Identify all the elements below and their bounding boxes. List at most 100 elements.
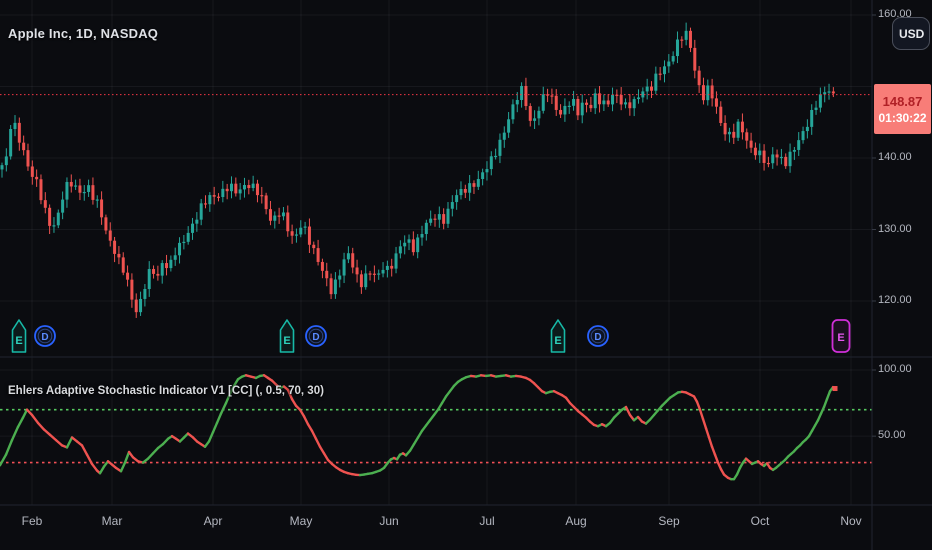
chart-canvas[interactable]: EDEDEDE	[0, 0, 932, 550]
candle-body	[732, 131, 736, 138]
candle-body	[446, 208, 450, 224]
candle-body	[13, 122, 17, 129]
candle-body	[745, 132, 749, 141]
candle-body	[775, 154, 779, 158]
oscillator-segment	[119, 461, 127, 473]
candle-body	[113, 240, 117, 254]
oscillator-segment	[65, 436, 74, 449]
candle-body	[736, 121, 740, 138]
candle-body	[191, 223, 195, 233]
candle-body	[468, 183, 472, 193]
candle-body	[17, 122, 21, 143]
time-axis[interactable]: Feb Mar Apr May Jun Jul Aug Sep Oct Nov	[0, 505, 932, 550]
candle-body	[818, 94, 822, 108]
candle-body	[35, 176, 39, 180]
candle-body	[30, 166, 34, 177]
oscillator-segment	[710, 445, 717, 456]
candle-body	[82, 191, 86, 194]
candle-body	[507, 119, 511, 133]
candle-body	[429, 218, 433, 223]
candle-body	[758, 150, 762, 156]
candle-body	[416, 237, 420, 253]
candle-body	[147, 269, 151, 290]
candle-body	[437, 214, 441, 220]
candle-body	[494, 155, 498, 158]
candle-body	[204, 203, 208, 205]
candle-body	[511, 104, 515, 120]
candle-body	[719, 106, 723, 123]
candle-body	[710, 85, 714, 99]
candle-body	[100, 199, 104, 218]
candle-body	[48, 207, 52, 226]
dividend-marker-letter: D	[41, 332, 48, 343]
oscillator-segment	[310, 429, 318, 440]
candle-body	[727, 131, 731, 135]
candle-body	[359, 274, 363, 288]
candle-body	[632, 99, 636, 109]
candle-body	[134, 299, 138, 313]
candle-body	[333, 279, 337, 295]
symbol-title[interactable]: Apple Inc, 1D, NASDAQ	[8, 26, 158, 41]
candle-body	[481, 172, 485, 180]
candle-body	[585, 102, 589, 105]
candle-body	[611, 94, 615, 105]
candle-body	[827, 91, 831, 93]
candle-body	[320, 261, 324, 271]
candle-body	[286, 212, 290, 232]
oscillator-segment	[211, 421, 219, 434]
candle-body	[693, 47, 697, 71]
candle-body	[182, 241, 186, 244]
candle-body	[801, 131, 805, 141]
candle-body	[381, 269, 385, 274]
candle-body	[351, 253, 355, 268]
candle-body	[515, 99, 519, 105]
bar-countdown: 01:30:22	[878, 110, 927, 125]
candle-body	[701, 85, 705, 101]
candle-body	[152, 269, 156, 274]
oscillator-segment	[16, 416, 25, 429]
candle-body	[524, 85, 528, 107]
candle-body	[104, 217, 108, 231]
candle-body	[126, 272, 130, 280]
candle-body	[108, 230, 112, 241]
oscillator-segment	[215, 412, 223, 425]
candle-body	[95, 199, 99, 201]
oscillator-segment	[0, 453, 8, 467]
dividend-marker-letter: D	[312, 332, 319, 343]
candle-body	[576, 98, 580, 116]
candle-body	[355, 267, 359, 275]
candle-body	[559, 109, 563, 115]
candle-body	[178, 242, 182, 256]
candle-body	[195, 219, 199, 224]
candle-body	[199, 203, 203, 220]
candle-body	[368, 273, 372, 275]
oscillator-segment	[10, 425, 20, 442]
oscillator-segment	[207, 430, 215, 443]
candle-body	[377, 273, 381, 275]
candle-body	[528, 106, 532, 121]
currency-toggle-button[interactable]: USD	[892, 17, 930, 50]
candle-body	[797, 140, 801, 150]
candle-body	[139, 298, 143, 313]
candle-body	[455, 195, 459, 203]
candle-body	[814, 107, 818, 110]
candle-body	[749, 140, 753, 148]
candle-body	[424, 222, 428, 235]
candle-body	[338, 275, 342, 280]
indicator-legend[interactable]: Ehlers Adaptive Stochastic Indicator V1 …	[8, 385, 324, 397]
earnings-marker-letter: E	[283, 335, 290, 347]
candle-body	[831, 91, 835, 94]
candle-body	[52, 225, 56, 227]
candle-body	[485, 169, 489, 173]
candle-body	[637, 97, 641, 100]
oscillator-segment	[624, 405, 632, 417]
oscillator-segment	[36, 421, 46, 431]
candle-body	[554, 95, 558, 110]
candle-body	[0, 165, 4, 170]
last-price-badge: 148.87 01:30:22	[874, 84, 931, 134]
oscillator-axis-label: 50.00	[878, 429, 906, 442]
candle-body	[255, 183, 259, 196]
price-axis[interactable]: 160.00 140.00 130.00 120.00 100.00 50.00	[872, 0, 932, 505]
candle-body	[706, 85, 710, 101]
candle-body	[476, 179, 480, 187]
